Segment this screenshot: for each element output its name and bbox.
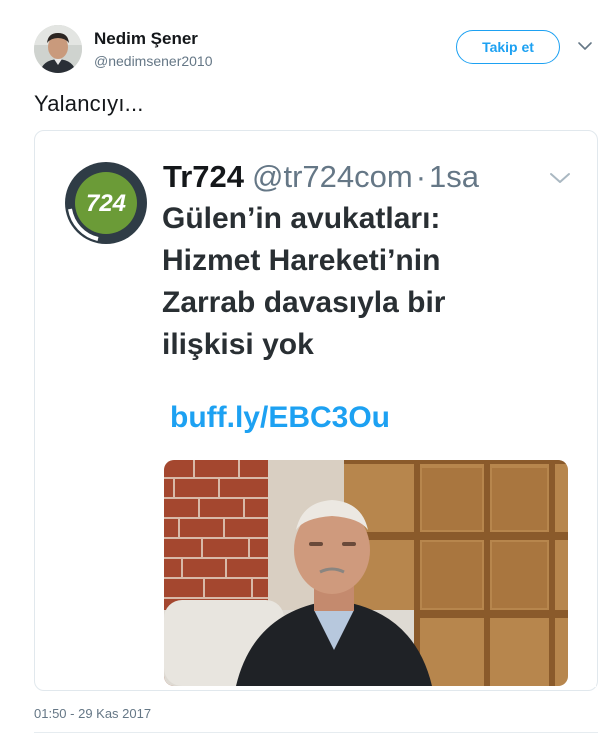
quoted-author-handle: @tr724com xyxy=(252,159,413,194)
quoted-chevron-down-icon xyxy=(550,173,570,183)
chevron-down-icon[interactable] xyxy=(577,40,593,52)
logo-text: 724 xyxy=(86,190,126,217)
quoted-tweet-header: Tr724 @tr724com·1sa xyxy=(163,158,479,196)
quoted-link: buff.ly/EBC3Ou xyxy=(170,401,391,434)
tr724-logo-icon: 724 xyxy=(65,162,147,244)
quoted-text-line: Hizmet Hareketi’nin xyxy=(162,244,441,277)
quoted-text-line: Zarrab davasıyla bir xyxy=(162,286,446,319)
author-handle[interactable]: @nedimsener2010 xyxy=(94,53,213,69)
follow-button[interactable]: Takip et xyxy=(456,30,560,64)
quoted-text-line: Gülen’in avukatları: xyxy=(162,202,441,235)
divider xyxy=(34,732,598,733)
tweet: Nedim Şener @nedimsener2010 Takip et Yal… xyxy=(0,0,615,736)
quoted-author-name: Tr724 xyxy=(163,159,245,194)
tweet-timestamp[interactable]: 01:50 - 29 Kas 2017 xyxy=(34,706,151,721)
tweet-text: Yalancıyı... xyxy=(34,91,144,116)
quoted-photo xyxy=(164,460,568,686)
avatar-image xyxy=(34,25,82,73)
quoted-tweet-text: Gülen’in avukatları: Hizmet Hareketi’nin… xyxy=(162,198,562,366)
portrait-photo xyxy=(164,460,568,686)
separator-dot: · xyxy=(415,159,427,194)
author-name[interactable]: Nedim Şener xyxy=(94,29,198,49)
quoted-time: 1sa xyxy=(429,159,480,194)
quoted-text-line: ilişkisi yok xyxy=(162,328,314,361)
avatar[interactable] xyxy=(34,25,82,73)
